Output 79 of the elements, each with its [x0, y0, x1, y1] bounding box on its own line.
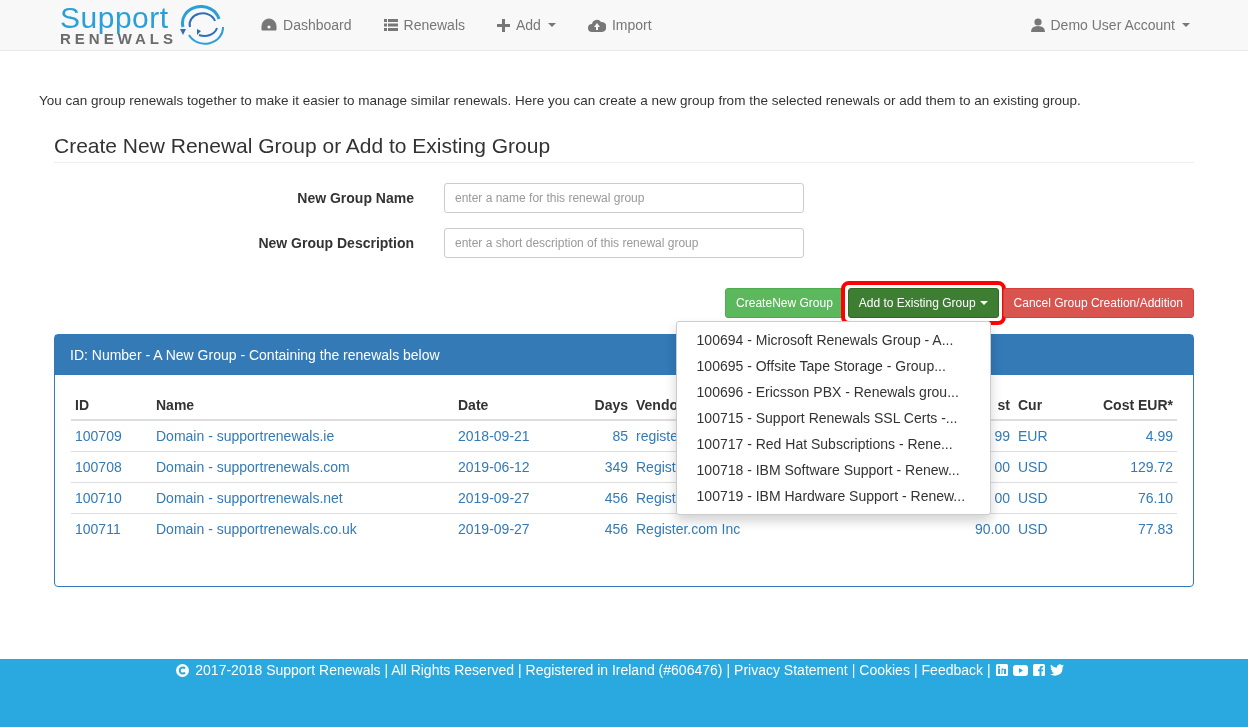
nav-link[interactable]: Add: [481, 17, 572, 33]
nav-link[interactable]: Renewals: [367, 17, 481, 33]
column-header: Days: [554, 391, 632, 420]
action-button[interactable]: Add to Existing Group: [847, 288, 999, 318]
user-icon: [1030, 18, 1045, 32]
footer-link[interactable]: Cookies: [859, 662, 910, 678]
plus-icon: [497, 18, 510, 32]
dropdown-item[interactable]: 100719 - IBM Hardware Support - Renew...: [676, 483, 990, 509]
intro-text: You can group renewals together to make it easier to manage similar renewals. Here you can create a new group from the selected renewals or add them to an existing group.: [39, 93, 1082, 108]
action-button[interactable]: CreateNew Group: [725, 288, 844, 318]
table-link[interactable]: USD: [1018, 490, 1048, 506]
footer-link[interactable]: Privacy Statement: [734, 662, 848, 678]
separator-text: |: [913, 662, 918, 678]
table-link[interactable]: registe: [636, 428, 679, 444]
table-link[interactable]: 2019-09-27: [458, 521, 530, 537]
dropdown-item[interactable]: 100715 - Support Renewals SSL Certs -...: [676, 405, 990, 431]
separator-text: |: [987, 662, 991, 678]
table-link[interactable]: Domain - supportrenewals.co.uk: [156, 521, 357, 537]
field-label: New Group Description: [257, 235, 415, 251]
action-button[interactable]: Cancel Group Creation/Addition: [1002, 288, 1194, 318]
cloud-upload-icon: [587, 18, 606, 32]
dropdown-item[interactable]: 100717 - Red Hat Subscriptions - Rene...: [676, 431, 990, 457]
table-link[interactable]: 00: [994, 490, 1010, 506]
table-link[interactable]: 349: [604, 459, 628, 475]
dropdown-item[interactable]: 100696 - Ericsson PBX - Renewals grou...: [676, 379, 990, 405]
table-link[interactable]: Domain - supportrenewals.net: [156, 490, 343, 506]
column-header: Cur: [1014, 391, 1068, 420]
dropdown-item[interactable]: 100694 - Microsoft Renewals Group - A...: [676, 327, 990, 353]
dropdown-item[interactable]: 100718 - IBM Software Support - Renew...: [676, 457, 990, 483]
table-link[interactable]: Regist: [636, 459, 676, 475]
table-link[interactable]: 2019-06-12: [458, 459, 530, 475]
table-link[interactable]: Regist: [636, 490, 676, 506]
copyright-icon: [176, 663, 190, 677]
column-header: Date: [454, 391, 554, 420]
column-header: Name: [152, 391, 454, 420]
user-menu[interactable]: Demo User Account: [1014, 17, 1206, 33]
table-link[interactable]: 85: [612, 428, 628, 444]
table-link[interactable]: 00: [994, 459, 1010, 475]
table-link[interactable]: USD: [1018, 521, 1048, 537]
table-link[interactable]: 100711: [75, 521, 121, 537]
nav-link[interactable]: Dashboard: [245, 17, 368, 33]
table-link[interactable]: 100710: [75, 490, 122, 506]
video-play-icon[interactable]: [1012, 664, 1028, 676]
table-link[interactable]: Domain - supportrenewals.ie: [156, 428, 335, 444]
dropdown-item[interactable]: 100695 - Offsite Tape Storage - Group...: [676, 353, 990, 379]
facebook-icon[interactable]: [1032, 664, 1045, 676]
bird-icon[interactable]: [1049, 664, 1064, 676]
gauge-icon: [261, 18, 277, 32]
input-field[interactable]: enter a short description of this renewal group: [444, 228, 804, 258]
footer-text: 2017-2018 Support Renewals | All Rights Reserved | Registered in Ireland (#606476): [195, 662, 723, 678]
linkedin-icon[interactable]: [995, 664, 1008, 676]
table-link[interactable]: 2019-09-27: [458, 490, 530, 506]
table-link[interactable]: 129.72: [1130, 459, 1173, 475]
table-link[interactable]: 456: [604, 490, 628, 506]
table-link[interactable]: 99: [994, 428, 1010, 444]
table-link[interactable]: 4.99: [1145, 428, 1173, 444]
table-link[interactable]: 2018-09-21: [458, 428, 530, 444]
section-heading: Create New Renewal Group or Add to Existing Group: [54, 134, 1194, 163]
table-link[interactable]: 76.10: [1137, 490, 1173, 506]
table-link[interactable]: USD: [1018, 459, 1048, 475]
table-link[interactable]: 100708: [75, 459, 122, 475]
table-link[interactable]: 100709: [75, 428, 122, 444]
table-link[interactable]: 77.83: [1137, 521, 1173, 537]
table-link[interactable]: 456: [604, 521, 628, 537]
table-link[interactable]: EUR: [1018, 428, 1048, 444]
table-link[interactable]: 90.00: [974, 521, 1010, 537]
input-field[interactable]: enter a name for this renewal group: [444, 183, 804, 213]
nav-link[interactable]: Import: [571, 17, 668, 33]
list-icon: [383, 19, 398, 31]
table-link[interactable]: Register.com Inc: [636, 521, 741, 537]
column-header: Cost EUR*: [1068, 391, 1177, 420]
footer-link[interactable]: Feedback: [921, 662, 984, 678]
circular-arrows-icon: [179, 5, 227, 45]
separator-text: |: [726, 662, 731, 678]
field-label: New Group Name: [296, 190, 415, 206]
column-header: ID: [71, 391, 152, 420]
separator-text: |: [851, 662, 856, 678]
panel-title: ID: Number - A New Group - Containing the renewals below: [70, 347, 440, 363]
table-link[interactable]: Domain - supportrenewals.com: [156, 459, 350, 475]
